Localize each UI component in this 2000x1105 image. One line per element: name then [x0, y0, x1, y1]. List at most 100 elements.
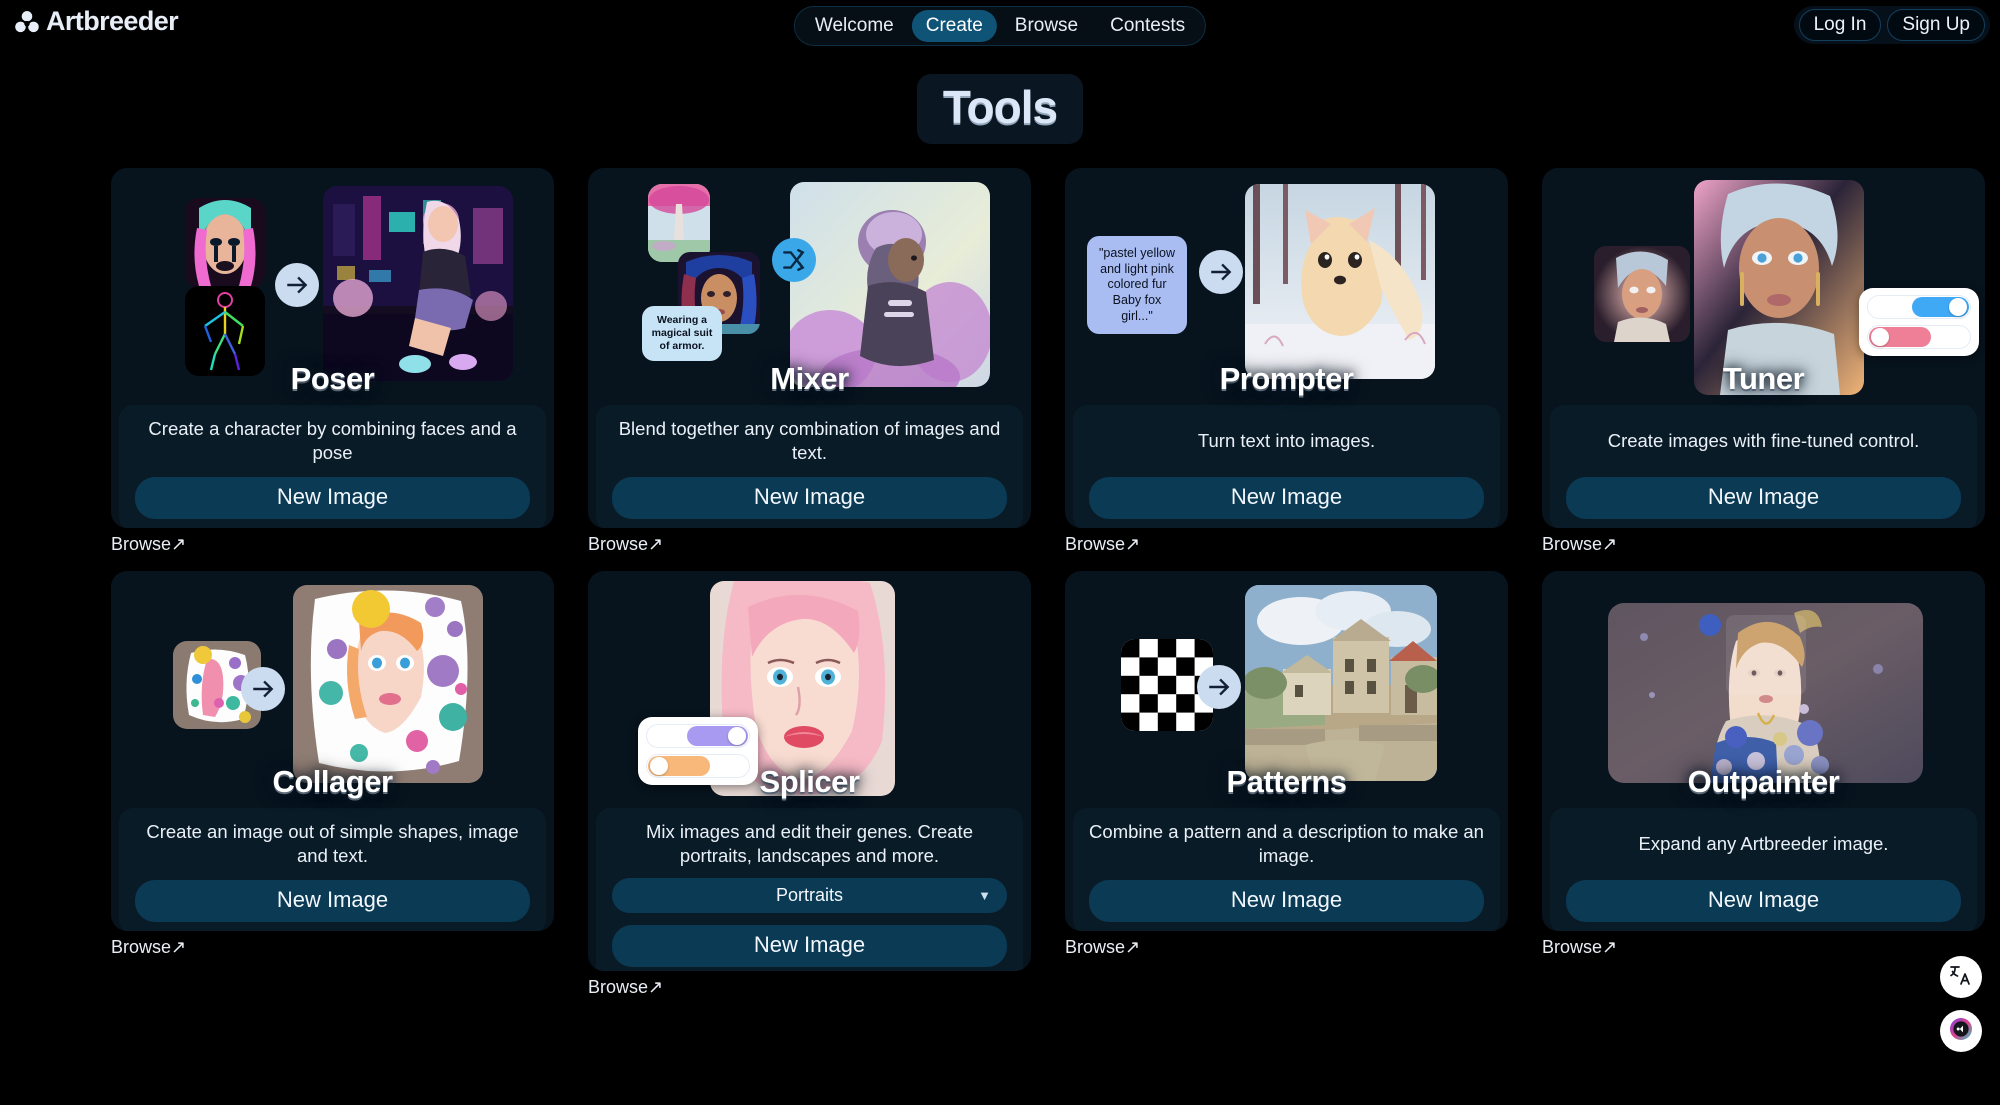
- page-title: Tools: [916, 74, 1084, 144]
- outpainter-body: Expand any Artbreeder image. New Image: [1550, 808, 1977, 931]
- main-nav: Welcome Create Browse Contests: [793, 6, 1207, 46]
- tool-card-prompter: "pastel yellow and light pink colored fu…: [1065, 168, 1508, 555]
- sign-up-button[interactable]: Sign Up: [1887, 9, 1985, 41]
- new-image-button-collager[interactable]: New Image: [135, 880, 530, 922]
- tool-desc-collager: Create an image out of simple shapes, im…: [146, 821, 519, 866]
- patterns-arrow-icon: [1197, 665, 1241, 709]
- assistant-button[interactable]: [1940, 1010, 1982, 1052]
- poser-arrow-icon: [275, 263, 319, 307]
- new-image-button-splicer[interactable]: New Image: [612, 925, 1007, 967]
- tool-desc-prompter: Turn text into images.: [1197, 430, 1376, 452]
- browse-link-splicer[interactable]: Browse↗: [588, 977, 663, 998]
- tuner-body: Create images with fine-tuned control. N…: [1550, 405, 1977, 528]
- new-image-button-poser[interactable]: New Image: [135, 477, 530, 519]
- outpainter-expanded-thumb: [1608, 603, 1923, 783]
- assistant-chat-icon: [1948, 1016, 1974, 1047]
- new-image-button-patterns[interactable]: New Image: [1089, 880, 1484, 922]
- browse-link-poser[interactable]: Browse↗: [111, 534, 186, 555]
- browse-link-patterns[interactable]: Browse↗: [1065, 937, 1140, 958]
- top-header: Artbreeder Welcome Create Browse Contest…: [0, 0, 2000, 52]
- splicer-artwork: Splicer: [600, 581, 1019, 799]
- patterns-artwork: Patterns: [1077, 581, 1496, 799]
- mixer-shuffle-icon: [772, 238, 816, 282]
- prompter-output-thumb: [1245, 184, 1435, 379]
- splicer-category-select[interactable]: Portraits ▼: [612, 878, 1007, 913]
- mixer-artwork: Wearing a magical suit of armor. Mixer: [600, 178, 1019, 396]
- card-body-patterns[interactable]: Patterns Combine a pattern and a descrip…: [1065, 571, 1508, 931]
- tool-name-patterns: Patterns: [1226, 764, 1347, 799]
- card-body-splicer[interactable]: Splicer Mix images and edit their genes.…: [588, 571, 1031, 971]
- three-circles-icon: [14, 9, 40, 35]
- browse-link-prompter[interactable]: Browse↗: [1065, 534, 1140, 555]
- chevron-down-icon: ▼: [978, 888, 991, 903]
- card-body-tuner[interactable]: Tuner Create images with fine-tuned cont…: [1542, 168, 1985, 528]
- card-body-poser[interactable]: Poser Create a character by combining fa…: [111, 168, 554, 528]
- prompter-artwork: "pastel yellow and light pink colored fu…: [1077, 178, 1496, 396]
- mixer-input-landscape-thumb: [648, 184, 710, 262]
- tool-desc-poser: Create a character by combining faces an…: [148, 418, 517, 463]
- new-image-button-tuner[interactable]: New Image: [1566, 477, 1961, 519]
- tool-name-prompter: Prompter: [1219, 361, 1354, 396]
- tool-card-splicer: Splicer Mix images and edit their genes.…: [588, 571, 1031, 998]
- nav-item-create[interactable]: Create: [911, 10, 997, 42]
- tool-card-mixer: Wearing a magical suit of armor. Mixer B…: [588, 168, 1031, 555]
- tuner-slider-blue[interactable]: [1867, 295, 1971, 319]
- tool-desc-tuner: Create images with fine-tuned control.: [1607, 430, 1920, 452]
- browse-link-collager[interactable]: Browse↗: [111, 937, 186, 958]
- collager-arrow-icon: [241, 667, 285, 711]
- tool-name-mixer: Mixer: [770, 361, 849, 396]
- mixer-output-thumb: [790, 182, 990, 387]
- splicer-slider-purple[interactable]: [646, 724, 750, 748]
- new-image-button-outpainter[interactable]: New Image: [1566, 880, 1961, 922]
- tool-name-poser: Poser: [290, 361, 375, 396]
- poser-output-thumb: [323, 186, 513, 381]
- tools-grid: Poser Create a character by combining fa…: [49, 168, 1985, 998]
- page-title-wrap: Tools: [0, 74, 2000, 144]
- splicer-gene-sliders[interactable]: [638, 717, 758, 785]
- mixer-body: Blend together any combination of images…: [596, 405, 1023, 528]
- translate-button[interactable]: [1940, 956, 1982, 998]
- prompter-body: Turn text into images. New Image: [1073, 405, 1500, 528]
- prompter-arrow-icon: [1199, 250, 1243, 294]
- brand-logo[interactable]: Artbreeder: [14, 6, 179, 37]
- card-body-mixer[interactable]: Wearing a magical suit of armor. Mixer B…: [588, 168, 1031, 528]
- tool-card-poser: Poser Create a character by combining fa…: [111, 168, 554, 555]
- nav-item-browse[interactable]: Browse: [1001, 10, 1092, 42]
- card-body-prompter[interactable]: "pastel yellow and light pink colored fu…: [1065, 168, 1508, 528]
- collager-output-thumb: [293, 585, 483, 783]
- poser-artwork: Poser: [123, 178, 542, 396]
- tool-card-outpainter: Outpainter Expand any Artbreeder image. …: [1542, 571, 1985, 998]
- patterns-output-thumb: [1245, 585, 1437, 781]
- new-image-button-mixer[interactable]: New Image: [612, 477, 1007, 519]
- tool-name-tuner: Tuner: [1722, 361, 1805, 396]
- tool-desc-patterns: Combine a pattern and a description to m…: [1089, 821, 1484, 866]
- nav-item-contests[interactable]: Contests: [1096, 10, 1199, 42]
- browse-link-tuner[interactable]: Browse↗: [1542, 534, 1617, 555]
- card-body-outpainter[interactable]: Outpainter Expand any Artbreeder image. …: [1542, 571, 1985, 931]
- card-body-collager[interactable]: Collager Create an image out of simple s…: [111, 571, 554, 931]
- tool-card-collager: Collager Create an image out of simple s…: [111, 571, 554, 998]
- translate-icon: [1949, 963, 1973, 992]
- browse-link-mixer[interactable]: Browse↗: [588, 534, 663, 555]
- poser-input-face-thumb: [185, 198, 265, 288]
- tool-desc-mixer: Blend together any combination of images…: [618, 418, 1001, 463]
- tool-name-outpainter: Outpainter: [1687, 764, 1840, 799]
- browse-link-outpainter[interactable]: Browse↗: [1542, 937, 1617, 958]
- tool-name-collager: Collager: [272, 764, 393, 799]
- collager-body: Create an image out of simple shapes, im…: [119, 808, 546, 931]
- log-in-button[interactable]: Log In: [1798, 9, 1882, 41]
- splicer-slider-orange[interactable]: [646, 754, 750, 778]
- new-image-button-prompter[interactable]: New Image: [1089, 477, 1484, 519]
- splicer-body: Mix images and edit their genes. Create …: [596, 808, 1023, 971]
- tool-desc-outpainter: Expand any Artbreeder image.: [1638, 833, 1889, 855]
- tuner-slider-panel[interactable]: [1859, 288, 1979, 356]
- patterns-body: Combine a pattern and a description to m…: [1073, 808, 1500, 931]
- prompter-prompt-bubble: "pastel yellow and light pink colored fu…: [1087, 236, 1187, 335]
- tuner-slider-pink[interactable]: [1867, 325, 1971, 349]
- tuner-artwork: Tuner: [1554, 178, 1979, 396]
- auth-buttons: Log In Sign Up: [1793, 6, 1990, 44]
- mixer-prompt-bubble: Wearing a magical suit of armor.: [642, 306, 722, 362]
- nav-item-welcome[interactable]: Welcome: [801, 10, 908, 42]
- splicer-category-value: Portraits: [775, 885, 844, 905]
- tool-desc-splicer: Mix images and edit their genes. Create …: [645, 821, 973, 866]
